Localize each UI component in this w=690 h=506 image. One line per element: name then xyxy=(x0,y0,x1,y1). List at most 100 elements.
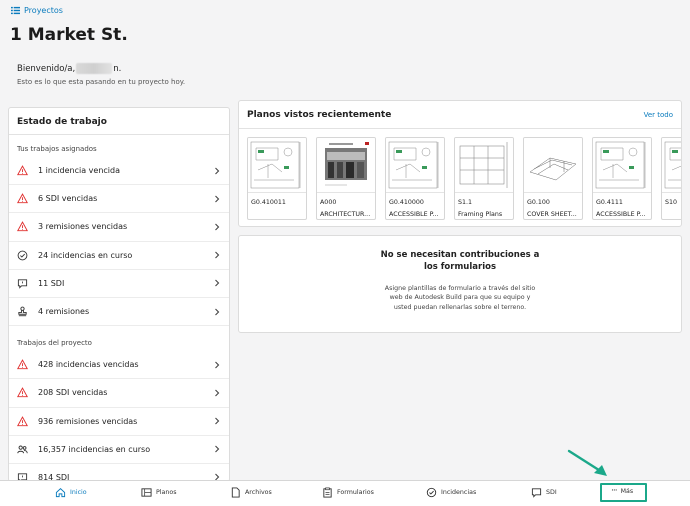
work-row-label: 11 SDI xyxy=(38,278,65,288)
chevron-right-icon xyxy=(213,251,221,259)
recent-sheets-card: Planos vistos recientemente Ver todo G0.… xyxy=(238,100,682,227)
redacted-user-name xyxy=(76,63,113,74)
sheet-thumbnail[interactable]: G0.100 COVER SHEET... xyxy=(523,137,583,220)
sheet-number: S1.1 xyxy=(458,199,473,206)
sheet-name: ARCHITECTUR... xyxy=(320,211,371,218)
work-row[interactable]: 11 SDI xyxy=(9,270,229,298)
project-work-list: 428 incidencias vencidas 208 SDI vencidas… xyxy=(9,351,229,481)
work-status-card: Estado de trabajo Tus trabajos asignados… xyxy=(8,107,230,482)
warning-icon xyxy=(17,165,28,176)
home-icon xyxy=(55,488,66,498)
recent-sheets-header: Planos vistos recientemente Ver todo xyxy=(239,101,681,129)
forms-body: Asigne plantillas de formulario a través… xyxy=(384,285,536,311)
breadcrumb-projects[interactable]: Proyectos xyxy=(11,6,63,15)
people-icon xyxy=(17,444,28,455)
work-row[interactable]: 428 incidencias vencidas xyxy=(9,351,229,380)
nav-files-label[interactable]: Archivos xyxy=(245,489,272,496)
work-row[interactable]: 1 incidencia vencida xyxy=(9,157,229,186)
sheet-thumbnail[interactable]: A000 ARCHITECTUR... xyxy=(316,137,376,220)
sheet-number: A000 xyxy=(320,199,337,206)
work-row[interactable]: 208 SDI vencidas xyxy=(9,379,229,408)
work-row-label: 208 SDI vencidas xyxy=(38,388,108,398)
sheet-thumbnails: G0.410011 A000 ARCHITECTUR... G0.410000 ACCE… xyxy=(247,137,681,220)
chat-bubble-icon xyxy=(531,488,542,498)
sheet-preview-image xyxy=(662,138,681,193)
nav-rfis-label[interactable]: SDI xyxy=(546,489,557,496)
nav-issues[interactable]: Incidencias xyxy=(426,487,476,498)
nav-sheets-label[interactable]: Planos xyxy=(156,489,177,496)
warning-icon xyxy=(17,193,28,204)
nav-rfis[interactable]: SDI xyxy=(531,487,557,498)
stamp-icon xyxy=(17,306,28,317)
nav-home-label[interactable]: Inicio xyxy=(70,489,87,496)
sheet-thumbnail[interactable]: S10 xyxy=(661,137,681,220)
work-row-label: 4 remisiones xyxy=(38,307,90,317)
work-row-label: 936 remisiones vencidas xyxy=(38,416,138,426)
recent-sheets-title: Planos vistos recientemente xyxy=(247,109,392,120)
file-icon xyxy=(231,487,240,498)
nav-forms-label[interactable]: Formularios xyxy=(337,489,374,496)
page-title: 1 Market St. xyxy=(10,25,128,45)
forms-card: No se necesitan contribuciones a los for… xyxy=(238,235,682,333)
sheet-number: S10 xyxy=(665,199,678,206)
sheets-icon xyxy=(141,488,152,497)
chevron-right-icon xyxy=(213,223,221,231)
sheet-thumbnail[interactable]: S1.1 Framing Plans xyxy=(454,137,514,220)
warning-icon xyxy=(17,415,28,427)
nav-home[interactable]: Inicio xyxy=(55,487,87,498)
breadcrumb-label[interactable]: Proyectos xyxy=(24,6,63,15)
sheet-preview-image xyxy=(248,138,306,193)
highlight-arrow-icon xyxy=(567,449,607,476)
sheet-number: G0.410000 xyxy=(389,199,424,206)
sheet-preview-image xyxy=(386,138,444,193)
warning-icon xyxy=(17,359,28,370)
sheet-preview-image xyxy=(593,138,651,193)
welcome-suffix: n. xyxy=(113,63,122,74)
assigned-work-label: Tus trabajos asignados xyxy=(17,145,97,153)
chat-bubble-icon xyxy=(17,278,28,289)
sheet-name: COVER SHEET... xyxy=(527,211,577,218)
work-row-label: 1 incidencia vencida xyxy=(38,166,121,176)
assigned-work-list: 1 incidencia vencida 6 SDI vencidas 3 remi… xyxy=(9,157,229,327)
nav-files[interactable]: Archivos xyxy=(230,487,272,498)
work-row[interactable]: 3 remisiones vencidas xyxy=(9,213,229,242)
more-highlight-box xyxy=(600,483,647,502)
sheet-preview-image xyxy=(317,138,375,193)
nav-forms[interactable]: Formularios xyxy=(322,487,374,498)
chevron-right-icon xyxy=(213,279,221,287)
nav-sheets[interactable]: Planos xyxy=(141,487,177,498)
work-row-label: 3 remisiones vencidas xyxy=(38,222,128,232)
work-row[interactable]: 936 remisiones vencidas xyxy=(9,408,229,436)
sheet-preview-image xyxy=(524,138,582,193)
chevron-right-icon xyxy=(213,445,221,453)
sheet-thumbnail[interactable]: G0.4111 ACCESSIBLE P... xyxy=(592,137,652,220)
sheet-thumbnail[interactable]: G0.410011 xyxy=(247,137,307,220)
sheet-name: ACCESSIBLE P... xyxy=(596,211,646,218)
sheet-name: ACCESSIBLE P... xyxy=(389,211,439,218)
forms-title: No se necesitan contribuciones a los for… xyxy=(380,250,540,272)
work-row[interactable]: 6 SDI vencidas xyxy=(9,185,229,214)
check-circle-icon xyxy=(426,487,437,498)
chevron-right-icon xyxy=(213,195,221,203)
sheet-name: Framing Plans xyxy=(458,211,503,218)
welcome-prefix: Bienvenido/a, xyxy=(17,63,76,74)
chevron-right-icon xyxy=(213,167,221,175)
work-row[interactable]: 24 incidencias en curso xyxy=(9,242,229,270)
chevron-right-icon xyxy=(213,308,221,316)
work-row-label: 16,357 incidencias en curso xyxy=(38,444,151,454)
warning-icon xyxy=(17,387,28,398)
sheet-thumbnail[interactable]: G0.410000 ACCESSIBLE P... xyxy=(385,137,445,220)
work-row[interactable]: 4 remisiones xyxy=(9,298,229,327)
view-all-link[interactable]: Ver todo xyxy=(644,111,673,119)
clipboard-icon xyxy=(323,487,332,498)
nav-issues-label[interactable]: Incidencias xyxy=(441,489,476,496)
chevron-right-icon xyxy=(213,417,221,425)
work-row-label: 6 SDI vencidas xyxy=(38,194,98,204)
home-screen: Proyectos 1 Market St. Bienvenido/a, n. … xyxy=(0,0,690,482)
sheet-number: G0.4111 xyxy=(596,199,623,206)
work-row-label: 24 incidencias en curso xyxy=(38,250,133,260)
work-status-title: Estado de trabajo xyxy=(9,108,229,135)
work-row[interactable]: 16,357 incidencias en curso xyxy=(9,436,229,464)
list-icon xyxy=(11,6,20,15)
sheet-preview-image xyxy=(455,138,513,193)
